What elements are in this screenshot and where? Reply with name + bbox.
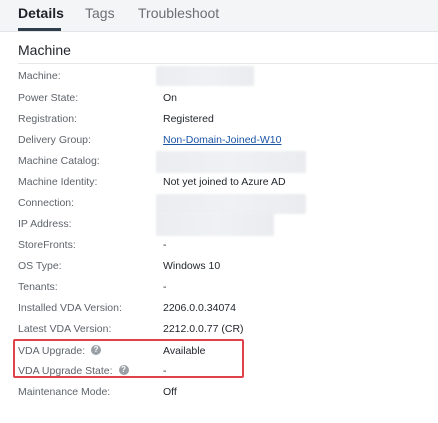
property-label: Machine Identity: (18, 176, 98, 188)
property-row-installed-vda-version: Installed VDA Version: 2206.0.0.34074 (18, 299, 438, 317)
delivery-group-link[interactable]: Non-Domain-Joined-W10 (163, 131, 281, 149)
property-value: On (163, 92, 178, 104)
property-row-power-state: Power State: On (18, 89, 438, 107)
property-value: Not yet joined to Azure AD (163, 176, 286, 188)
property-label: Maintenance Mode: (18, 386, 111, 398)
machine-details-panel: Details Tags Troubleshoot Machine Machin… (0, 0, 438, 423)
property-value: Registered (163, 113, 214, 125)
property-label: Tenants: (18, 281, 58, 293)
property-value: - (163, 281, 167, 293)
tab-details[interactable]: Details (18, 4, 64, 22)
active-tab-indicator (18, 28, 61, 31)
property-row-latest-vda-version: Latest VDA Version: 2212.0.0.77 (CR) (18, 320, 438, 338)
property-row-machine-identity: Machine Identity: Not yet joined to Azur… (18, 173, 438, 191)
property-row-delivery-group: Delivery Group: Non-Domain-Joined-W10 (18, 131, 438, 149)
property-row-storefronts: StoreFronts: - (18, 236, 438, 254)
property-value: 2206.0.0.34074 (163, 302, 236, 314)
property-label: Connection: (18, 197, 75, 209)
property-label: IP Address: (18, 218, 72, 230)
section-divider (18, 63, 438, 64)
redacted-value (156, 194, 306, 214)
property-label: Latest VDA Version: (18, 323, 112, 335)
property-value: Off (163, 386, 177, 398)
property-value: Windows 10 (163, 260, 221, 272)
tab-bar: Details Tags Troubleshoot (0, 0, 438, 32)
redacted-value (156, 151, 306, 173)
property-label: Installed VDA Version: (18, 302, 122, 314)
property-label: Power State: (18, 92, 79, 104)
property-value: - (163, 239, 167, 251)
property-label: Registration: (18, 113, 77, 125)
property-row-registration: Registration: Registered (18, 110, 438, 128)
tab-tags[interactable]: Tags (85, 4, 115, 22)
property-label: Machine: (18, 70, 61, 82)
tab-troubleshoot[interactable]: Troubleshoot (138, 4, 219, 22)
redacted-value (156, 66, 254, 86)
property-row-maintenance-mode: Maintenance Mode: Off (18, 383, 438, 401)
property-label: OS Type: (18, 260, 62, 272)
highlight-box (13, 339, 244, 378)
property-row-tenants: Tenants: - (18, 278, 438, 296)
property-label: StoreFronts: (18, 239, 76, 251)
redacted-value (156, 212, 274, 236)
property-row-os-type: OS Type: Windows 10 (18, 257, 438, 275)
property-value: 2212.0.0.77 (CR) (163, 323, 244, 335)
section-title-machine: Machine (18, 42, 71, 58)
property-label: Machine Catalog: (18, 155, 100, 167)
property-label: Delivery Group: (18, 134, 91, 146)
